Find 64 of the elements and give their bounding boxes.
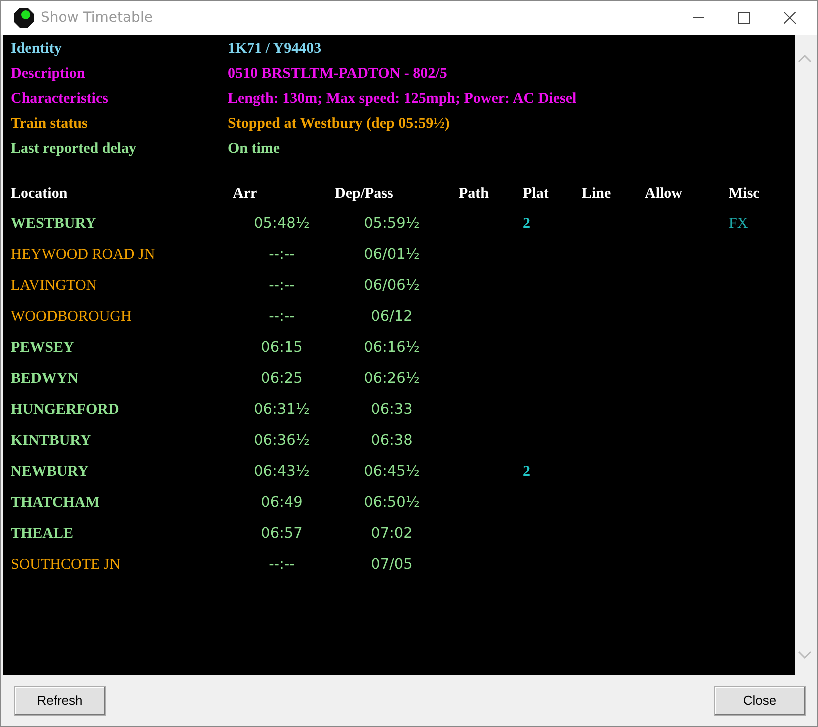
column-header: Line	[582, 185, 612, 204]
arrival-time: 06:31½	[253, 401, 311, 420]
app-icon	[13, 7, 35, 29]
detail-value: Stopped at Westbury (dep 05:59½)	[228, 115, 451, 134]
detail-value: Length: 130m; Max speed: 125mph; Power: AC Diesel	[228, 90, 578, 109]
detail-label: Characteristics	[11, 90, 110, 109]
column-header: Dep/Pass	[335, 185, 394, 204]
location-cell-text: WESTBURY	[11, 215, 98, 234]
location-cell-text: WOODBOROUGH	[11, 308, 133, 327]
column-header: Plat	[523, 185, 550, 204]
minimize-icon[interactable]	[692, 17, 704, 19]
plat-cell-text: 2	[523, 215, 532, 234]
detail-value: 1K71 / Y94403	[228, 40, 323, 59]
location-cell-text: HEYWOOD ROAD JN	[11, 246, 156, 265]
arrival-time: 06:49	[260, 494, 304, 513]
detail-label: Train status	[11, 115, 89, 134]
column-header: Arr	[233, 185, 258, 204]
window-title: Show Timetable	[41, 10, 154, 26]
arrival-time: --:--	[268, 277, 296, 296]
departure-time: 07:02	[370, 525, 414, 544]
detail-label: Last reported delay	[11, 140, 138, 159]
departure-time: 07/05	[370, 556, 414, 575]
location-cell-text: THATCHAM	[11, 494, 101, 513]
departure-time: 06:38	[370, 432, 414, 451]
plat-cell-text: 2	[523, 463, 532, 482]
arrival-time: 06:43½	[253, 463, 311, 482]
arrival-time: 06:57	[260, 525, 304, 544]
detail-value: 0510 BRSTLTM-PADTON - 802/5	[228, 65, 448, 84]
misc-cell-text: FX	[729, 215, 750, 234]
location-cell-text: PEWSEY	[11, 339, 76, 358]
departure-time: 06:33	[370, 401, 414, 420]
location-cell-text: LAVINGTON	[11, 277, 98, 296]
column-header: Location	[11, 185, 69, 204]
detail-label: Identity	[11, 40, 63, 59]
column-header: Misc	[729, 185, 761, 204]
close-icon[interactable]	[784, 12, 796, 24]
arrival-time: --:--	[268, 308, 296, 327]
departure-time: 06:45½	[363, 463, 421, 482]
action-button[interactable]: Close	[714, 686, 806, 716]
detail-label: Description	[11, 65, 86, 84]
location-cell-text: NEWBURY	[11, 463, 90, 482]
maximize-icon[interactable]	[738, 12, 750, 24]
departure-time: 06:50½	[363, 494, 421, 513]
arrival-time: 06:25	[260, 370, 304, 389]
departure-time: 05:59½	[363, 215, 421, 234]
location-cell-text: BEDWYN	[11, 370, 80, 389]
arrival-time: --:--	[268, 556, 296, 575]
column-header: Allow	[645, 185, 684, 204]
detail-value: On time	[228, 140, 282, 159]
arrival-time: 06:36½	[253, 432, 311, 451]
departure-time: 06/01½	[363, 246, 421, 265]
departure-time: 06:26½	[363, 370, 421, 389]
location-cell-text: KINTBURY	[11, 432, 92, 451]
departure-time: 06:16½	[363, 339, 421, 358]
arrival-time: 06:15	[260, 339, 304, 358]
location-cell-text: HUNGERFORD	[11, 401, 120, 420]
location-cell-text: SOUTHCOTE JN	[11, 556, 122, 575]
departure-time: 06/12	[370, 308, 414, 327]
departure-time: 06/06½	[363, 277, 421, 296]
location-cell-text: THEALE	[11, 525, 75, 544]
column-header: Path	[459, 185, 490, 204]
arrival-time: --:--	[268, 246, 296, 265]
action-button[interactable]: Refresh	[14, 686, 106, 716]
arrival-time: 05:48½	[253, 215, 311, 234]
